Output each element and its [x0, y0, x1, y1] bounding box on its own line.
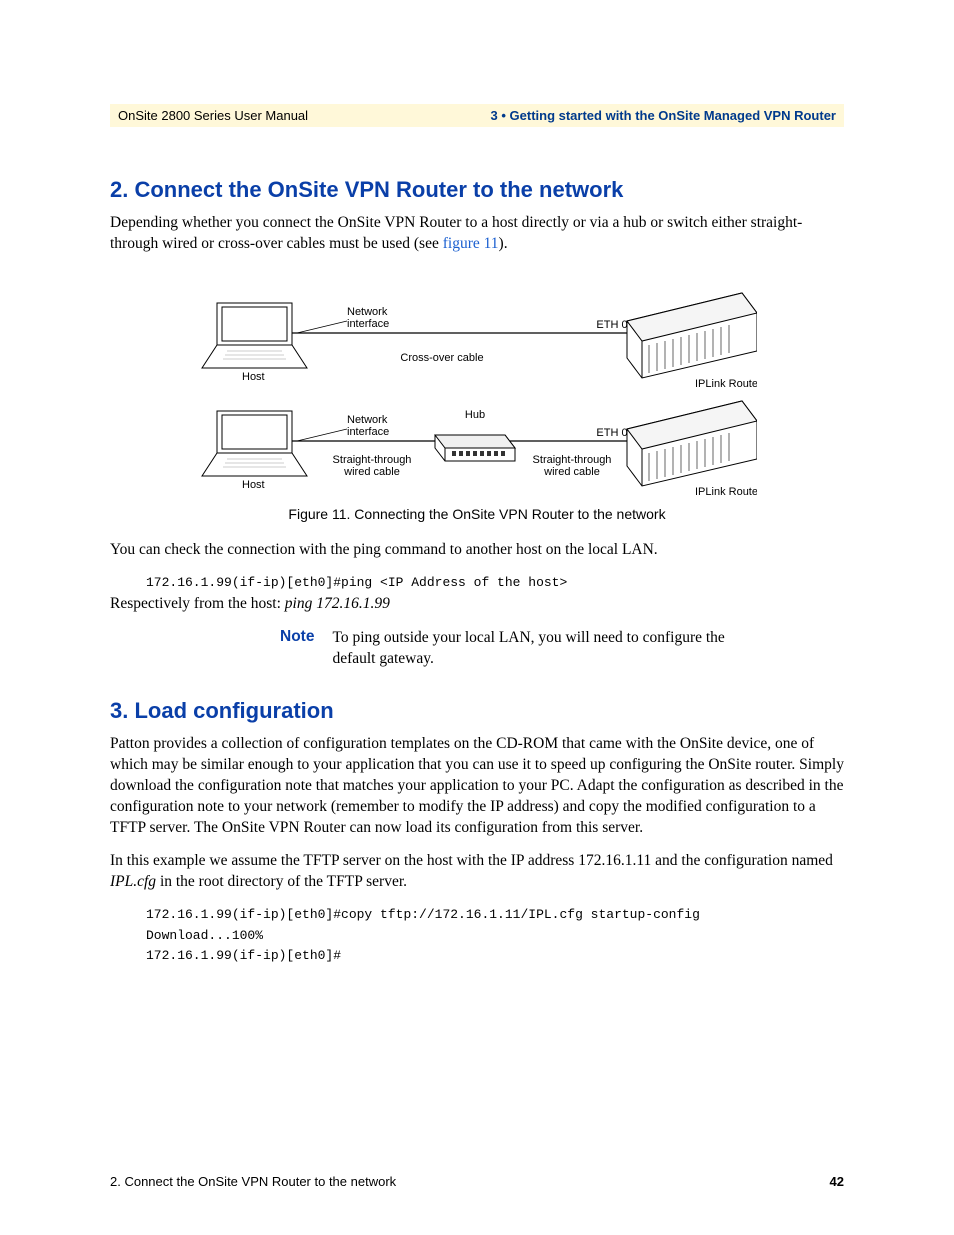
host-laptop-bottom-icon	[202, 411, 307, 476]
network-diagram: Host Network interface Cross-over cable …	[197, 273, 757, 498]
page-number: 42	[830, 1174, 844, 1189]
eth0-label-bottom: ETH 0	[596, 427, 627, 439]
hub-icon	[435, 435, 515, 461]
ping-command: 172.16.1.99(if-ip)[eth0]#ping <IP Addres…	[146, 573, 844, 594]
straight-label-left: Straight-through	[333, 454, 412, 466]
note-text: To ping outside your local LAN, you will…	[332, 628, 752, 670]
crossover-label: Cross-over cable	[400, 352, 483, 364]
straight-label-right: Straight-through	[533, 454, 612, 466]
note-label: Note	[280, 628, 314, 670]
figure-11-caption: Figure 11. Connecting the OnSite VPN Rou…	[110, 506, 844, 522]
section-2-para-2: You can check the connection with the pi…	[110, 540, 844, 561]
host-label-bottom: Host	[242, 479, 265, 491]
iplink-label-top: IPLink Router	[695, 378, 757, 390]
eth0-label-top: ETH 0	[596, 319, 627, 331]
header-doc-title: OnSite 2800 Series User Manual	[118, 108, 308, 123]
footer-section-title: 2. Connect the OnSite VPN Router to the …	[110, 1174, 396, 1189]
figure-11-link[interactable]: figure 11	[443, 235, 499, 252]
tftp-command-3: 172.16.1.99(if-ip)[eth0]#	[146, 946, 844, 967]
header-chapter-title: 3 • Getting started with the OnSite Mana…	[491, 108, 836, 123]
tftp-command-2: Download...100%	[146, 926, 844, 947]
note-block: Note To ping outside your local LAN, you…	[280, 628, 844, 670]
section-3-para-1: Patton provides a collection of configur…	[110, 734, 844, 839]
hub-label: Hub	[465, 409, 485, 421]
svg-text:interface: interface	[347, 426, 389, 438]
page-header: OnSite 2800 Series User Manual 3 • Getti…	[110, 104, 844, 127]
iplink-label-bottom: IPLink Router	[695, 486, 757, 498]
section-3-para-2: In this example we assume the TFTP serve…	[110, 851, 844, 893]
router-top-icon	[627, 293, 757, 378]
svg-text:wired cable: wired cable	[543, 466, 600, 478]
router-bottom-icon	[627, 401, 757, 486]
section-3-heading: 3. Load configuration	[110, 698, 844, 724]
host-laptop-top-icon	[202, 303, 307, 368]
svg-text:interface: interface	[347, 318, 389, 330]
network-interface-label-bottom: Network	[347, 414, 388, 426]
tftp-command-1: 172.16.1.99(if-ip)[eth0]#copy tftp://172…	[146, 905, 844, 926]
svg-text:wired cable: wired cable	[343, 466, 400, 478]
host-label-top: Host	[242, 371, 265, 383]
network-interface-label-top: Network	[347, 306, 388, 318]
section-2-para-3: Respectively from the host: ping 172.16.…	[110, 594, 844, 615]
section-2-para-1: Depending whether you connect the OnSite…	[110, 213, 844, 255]
section-2-heading: 2. Connect the OnSite VPN Router to the …	[110, 177, 844, 203]
page-footer: 2. Connect the OnSite VPN Router to the …	[110, 1174, 844, 1189]
